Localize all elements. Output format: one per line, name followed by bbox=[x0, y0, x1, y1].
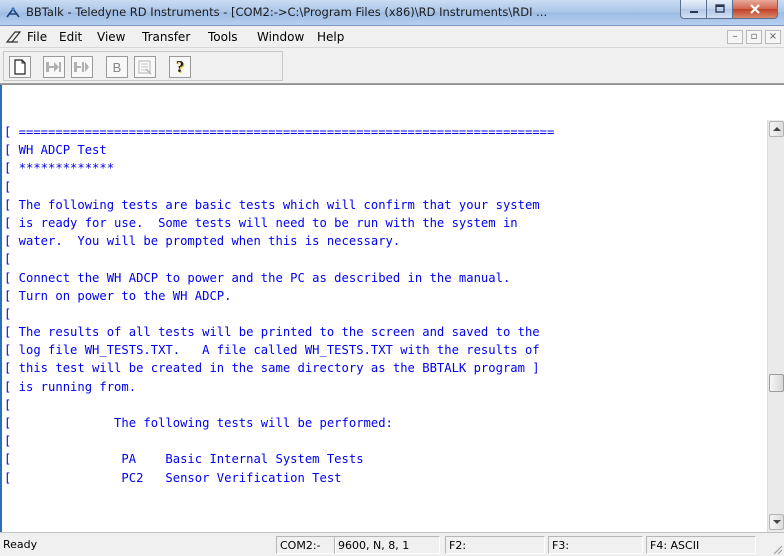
terminal-line: [ bbox=[4, 252, 12, 267]
mdi-restore-button[interactable]: ▫ bbox=[746, 30, 762, 44]
document-icon[interactable] bbox=[5, 29, 23, 45]
new-document-button[interactable] bbox=[9, 56, 31, 78]
properties-button[interactable] bbox=[134, 56, 156, 78]
terminal-line: [ PA Basic Internal System Tests bbox=[4, 452, 364, 467]
app-icon bbox=[6, 7, 20, 18]
status-text: Ready bbox=[3, 538, 38, 551]
terminal-line: [ log file WH_TESTS.TXT. A file called W… bbox=[4, 343, 540, 358]
menu-tools[interactable]: Tools bbox=[208, 30, 238, 44]
menu-help[interactable]: Help bbox=[317, 30, 344, 44]
properties-icon bbox=[138, 60, 152, 75]
menu-bar: File Edit View Transfer Tools Window Hel… bbox=[0, 26, 784, 48]
terminal-line: [ The results of all tests will be print… bbox=[4, 325, 540, 340]
menu-file[interactable]: File bbox=[27, 30, 47, 44]
close-icon bbox=[750, 4, 760, 14]
mdi-minimize-button[interactable]: – bbox=[727, 30, 743, 44]
terminal-line: [ PC2 Sensor Verification Test bbox=[4, 470, 342, 485]
disconnect-icon bbox=[74, 62, 89, 72]
status-settings: 9600, N, 8, 1 bbox=[334, 536, 440, 554]
menu-window[interactable]: Window bbox=[257, 30, 304, 44]
toolbar: B ? bbox=[0, 48, 784, 84]
terminal-line: [ The following tests will be performed: bbox=[4, 416, 393, 430]
terminal-line: [ The following tests are basic tests wh… bbox=[4, 197, 540, 212]
vertical-scrollbar[interactable] bbox=[767, 120, 784, 532]
maximize-button[interactable] bbox=[707, 0, 733, 19]
window-title: BBTalk - Teledyne RD Instruments - [COM2… bbox=[26, 5, 548, 19]
window-controls bbox=[680, 0, 778, 20]
menu-transfer[interactable]: Transfer bbox=[142, 30, 190, 44]
terminal-line: [ ************* bbox=[4, 161, 115, 176]
new-document-icon bbox=[14, 59, 26, 75]
terminal-output[interactable]: [ ======================================… bbox=[4, 123, 759, 533]
status-f3: F3: bbox=[548, 536, 643, 554]
break-button[interactable]: B bbox=[106, 56, 128, 78]
terminal-line: [ ======================================… bbox=[4, 125, 555, 139]
terminal-line: [ bbox=[4, 397, 12, 412]
title-bar[interactable]: BBTalk - Teledyne RD Instruments - [COM2… bbox=[0, 0, 784, 26]
maximize-icon bbox=[714, 4, 725, 13]
mdi-close-button[interactable]: × bbox=[765, 30, 781, 44]
minimize-icon bbox=[689, 11, 698, 13]
terminal-line: [ Turn on power to the WH ADCP. bbox=[4, 288, 232, 303]
menu-edit[interactable]: Edit bbox=[59, 30, 82, 44]
window-frame-edge bbox=[0, 85, 2, 532]
terminal-line: [ this test will be created in the same … bbox=[4, 361, 540, 376]
scroll-up-button[interactable] bbox=[769, 121, 784, 137]
terminal-line: [ Connect the WH ADCP to power and the P… bbox=[4, 270, 511, 285]
status-bar: Ready COM2:- 9600, N, 8, 1 F2: F3: F4: A… bbox=[0, 532, 784, 556]
connect-button[interactable] bbox=[43, 56, 65, 78]
break-label: B bbox=[112, 59, 122, 75]
terminal-line: [ bbox=[4, 179, 12, 194]
status-f4: F4: ASCII bbox=[646, 536, 756, 554]
terminal-line: [ WH ADCP Test bbox=[4, 143, 107, 158]
scroll-down-button[interactable] bbox=[769, 514, 784, 530]
terminal-line: [ is running from. bbox=[4, 379, 137, 394]
status-f2: F2: bbox=[445, 536, 545, 554]
arrow-down-icon bbox=[772, 520, 781, 524]
connect-icon bbox=[46, 62, 61, 72]
status-port: COM2:- bbox=[276, 536, 336, 554]
terminal-window[interactable]: [ ======================================… bbox=[0, 84, 784, 532]
close-button[interactable] bbox=[733, 0, 778, 19]
minimize-button[interactable] bbox=[680, 0, 707, 19]
scroll-thumb[interactable] bbox=[769, 374, 784, 392]
resize-grip-icon[interactable] bbox=[771, 543, 783, 555]
terminal-line: [ is ready for use. Some tests will need… bbox=[4, 215, 518, 230]
help-button[interactable]: ? bbox=[169, 56, 191, 78]
terminal-line: [ bbox=[4, 434, 12, 449]
disconnect-button[interactable] bbox=[71, 56, 93, 78]
terminal-line: [ water. You will be prompted when this … bbox=[4, 234, 401, 249]
arrow-up-icon bbox=[772, 127, 781, 131]
help-icon: ? bbox=[175, 57, 185, 76]
menu-view[interactable]: View bbox=[97, 30, 125, 44]
terminal-line: [ bbox=[4, 306, 12, 321]
